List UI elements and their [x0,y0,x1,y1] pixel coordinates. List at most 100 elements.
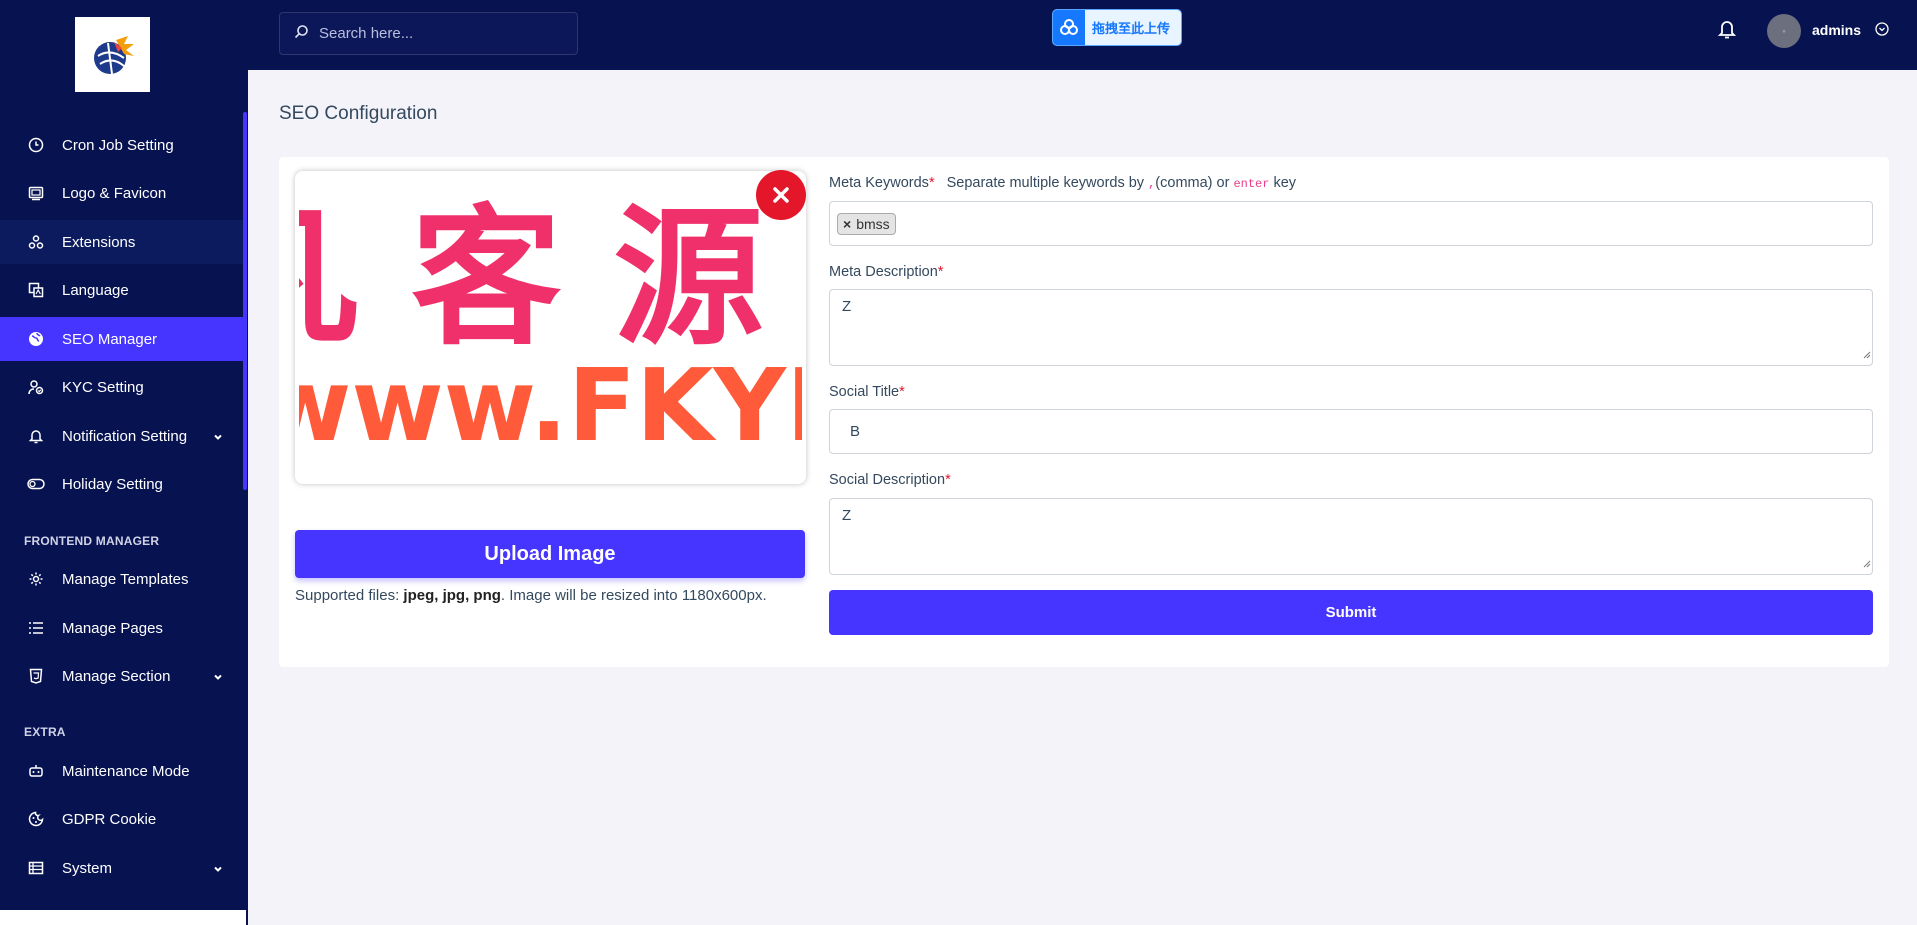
social-title-input[interactable] [830,410,1872,453]
sidebar-item-label: Language [62,281,129,299]
sidebar-item-label: Manage Templates [62,570,189,588]
sidebar-item-logo-favicon[interactable]: Logo & Favicon [0,171,243,215]
sidebar-item-label: KYC Setting [62,378,144,396]
meta-description-field[interactable]: Z [829,289,1873,366]
chevron-down-icon [213,861,223,878]
supported-prefix: Supported files: [295,587,404,604]
sidebar-item-language[interactable]: Language [0,268,243,312]
required-mark: * [899,384,905,400]
toggle-icon [27,475,45,493]
site-logo[interactable] [75,17,150,92]
cookie-icon [27,810,45,828]
sidebar-item-kyc-setting[interactable]: KYC Setting [0,365,243,409]
section-title-extra: EXTRA [24,725,66,739]
keyword-tag-label: bmss [856,216,890,232]
sidebar-item-label: Manage Section [62,667,171,685]
sidebar-item-label: Notification Setting [62,427,188,445]
submit-button[interactable]: Submit [829,590,1873,635]
search-icon [294,24,309,44]
sidebar-item-label: Logo & Favicon [62,184,167,202]
sidebar-item-label: Cron Job Setting [62,136,174,154]
sidebar-item-system[interactable]: System [0,846,243,890]
clock-icon [27,136,45,154]
drag-upload-badge[interactable]: 拖拽至此上传 [1052,9,1182,46]
meta-keywords-input[interactable]: × bmss [829,201,1873,246]
avatar[interactable]: ◦ [1767,14,1801,48]
sidebar-item-holiday-setting[interactable]: Holiday Setting [0,462,243,506]
social-description-field[interactable]: Z [829,498,1873,575]
hint-text: key [1269,175,1297,191]
label-text: Social Title [829,384,900,400]
notification-bell-icon[interactable] [1717,18,1737,45]
meta-keywords-label: Meta Keywords* Separate multiple keywords… [829,175,1296,191]
supported-files-note: Supported files: jpeg, jpg, png. Image w… [295,587,767,604]
language-icon [27,281,45,299]
sidebar-item-maintenance-mode[interactable]: Maintenance Mode [0,749,243,793]
user-check-icon [27,378,45,396]
required-mark: * [945,472,951,488]
server-icon [27,859,45,877]
sidebar-item-seo-manager[interactable]: SEO Manager [0,317,243,361]
label-text: Meta Keywords [829,175,929,191]
upload-badge-label: 拖拽至此上传 [1092,21,1171,36]
supported-suffix: . Image will be resized into 1180x600px. [500,587,767,604]
sidebar-item-manage-pages[interactable]: Manage Pages [0,606,243,650]
sidebar-item-label: Extensions [62,233,136,251]
bell-icon [27,427,45,445]
sidebar-item-label: Manage Pages [62,619,163,637]
user-name[interactable]: admins [1812,22,1861,38]
chevron-down-icon [213,429,223,446]
remove-tag-icon[interactable]: × [843,216,851,232]
sidebar-item-label: GDPR Cookie [62,810,157,828]
search-input[interactable] [319,25,559,42]
required-mark: * [928,175,935,191]
social-title-label: Social Title* [829,384,905,400]
image-icon [27,184,45,202]
sidebar-item-manage-templates[interactable]: Manage Templates [0,557,243,601]
sidebar-item-gdpr-cookie[interactable]: GDPR Cookie [0,797,243,841]
resize-handle-icon[interactable] [1862,346,1871,364]
sidebar-item-notification-setting[interactable]: Notification Setting [0,414,243,458]
label-text: Meta Description [829,264,938,280]
image-preview: 凡 客 源 www.FKYM [295,171,806,484]
social-description-label: Social Description* [829,472,951,488]
sidebar-scrollbar[interactable] [243,112,247,490]
sidebar-item-label: Maintenance Mode [62,762,190,780]
supported-types: jpeg, jpg, png [403,587,501,604]
hint-text: Separate multiple keywords by [946,175,1149,191]
social-title-field[interactable] [829,409,1873,454]
sidebar-item-label: System [62,859,113,877]
list-icon [27,619,45,637]
sidebar: Cron Job Setting Logo & Favicon Extensio… [0,0,248,910]
sidebar-item-cron-job-setting[interactable]: Cron Job Setting [0,123,243,167]
sidebar-item-label: Holiday Setting [62,475,163,493]
preview-image-line2: www.FKYM [299,347,802,464]
keywords-hint: Separate multiple keywords by ,(comma) o… [947,175,1296,191]
html5-icon [27,667,45,685]
topbar: 拖拽至此上传 ◦ admins [248,0,1917,70]
preview-image: 凡 客 源 www.FKYM [299,175,802,480]
sidebar-item-label: SEO Manager [62,330,158,348]
search-box[interactable] [279,12,578,55]
logo-icon [93,35,134,74]
sidebar-footer [0,910,248,925]
globe-icon [27,330,45,348]
required-mark: * [937,264,944,280]
keyword-tag: × bmss [837,213,896,235]
social-description-textarea[interactable]: Z [830,499,1872,574]
meta-description-textarea[interactable]: Z [830,290,1872,365]
cloud-drive-icon [1053,10,1085,45]
meta-description-label: Meta Description* [829,264,943,280]
upload-image-button[interactable]: Upload Image [295,530,805,578]
remove-image-button[interactable] [756,170,806,220]
resize-handle-icon[interactable] [1862,555,1871,573]
hint-code-enter: enter [1233,177,1270,191]
preview-image-line1: 凡 客 源 [299,192,763,366]
sidebar-item-manage-section[interactable]: Manage Section [0,654,243,698]
page-title: SEO Configuration [279,103,438,124]
sidebar-item-extensions[interactable]: Extensions [0,220,243,264]
gear-icon [27,570,45,588]
hint-text: (comma) or [1155,175,1234,191]
chevron-down-icon [213,669,223,686]
chevron-down-circle-icon[interactable] [1875,22,1889,41]
